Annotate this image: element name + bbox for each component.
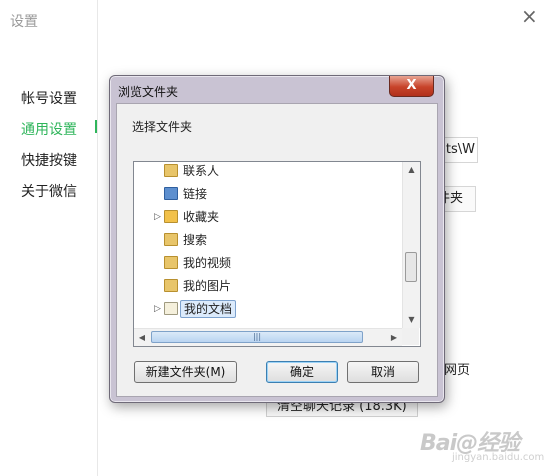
search-folder-icon	[164, 233, 178, 246]
pictures-folder-icon	[164, 279, 178, 292]
watermark-url: jingyan.baidu.com	[452, 452, 545, 463]
tree-item-documents[interactable]: ▷ 我的文档	[134, 299, 404, 319]
expand-arrow-icon[interactable]: ▷	[154, 299, 161, 319]
contacts-folder-icon	[164, 164, 178, 177]
scroll-down-icon[interactable]: ▼	[403, 312, 420, 328]
tree-item-search[interactable]: 搜索	[134, 230, 404, 250]
ok-button[interactable]: 确定	[266, 361, 338, 383]
scroll-corner	[402, 328, 419, 345]
browse-folder-dialog: 浏览文件夹 X 选择文件夹 联系人 链接 ▷ 收藏夹 搜索 我的视频 我的图片 …	[109, 75, 445, 403]
expand-arrow-icon[interactable]: ▷	[154, 207, 161, 227]
tree-item-favorites[interactable]: ▷ 收藏夹	[134, 207, 404, 227]
dialog-close-button[interactable]: X	[389, 76, 434, 97]
cancel-button[interactable]: 取消	[347, 361, 419, 383]
scroll-left-icon[interactable]: ◀	[134, 329, 150, 346]
settings-sidebar: 帐号设置 通用设置 快捷按键 关于微信	[0, 0, 98, 476]
documents-folder-icon	[164, 302, 178, 315]
sidebar-item-account[interactable]: 帐号设置	[21, 88, 77, 108]
new-folder-button[interactable]: 新建文件夹(M)	[134, 361, 237, 383]
sidebar-item-shortcuts[interactable]: 快捷按键	[21, 150, 77, 170]
tree-item-label: 链接	[183, 187, 208, 201]
sidebar-item-about[interactable]: 关于微信	[21, 181, 77, 201]
tree-item-label: 收藏夹	[183, 210, 220, 224]
horizontal-scroll-thumb[interactable]: |||	[151, 331, 363, 343]
tree-item-contacts[interactable]: 联系人	[134, 161, 404, 181]
tree-item-label: 我的文档	[180, 300, 237, 318]
favorites-folder-icon	[164, 210, 178, 223]
tree-item-videos[interactable]: 我的视频	[134, 253, 404, 273]
scroll-right-icon[interactable]: ▶	[386, 329, 402, 346]
tree-item-label: 搜索	[183, 233, 208, 247]
tree-item-label: 我的视频	[183, 256, 232, 270]
webpage-option-label: 网页	[444, 363, 471, 378]
sidebar-item-general[interactable]: 通用设置	[21, 119, 77, 139]
links-folder-icon	[164, 187, 178, 200]
scroll-up-icon[interactable]: ▲	[403, 162, 420, 178]
tree-item-label: 联系人	[183, 164, 220, 178]
dialog-title: 浏览文件夹	[118, 85, 179, 99]
sidebar-active-indicator	[95, 120, 97, 133]
tree-vertical-scrollbar[interactable]: ▲ ▼	[402, 162, 420, 328]
window-close-icon[interactable]: ×	[521, 6, 538, 26]
tree-item-pictures[interactable]: 我的图片	[134, 276, 404, 296]
videos-folder-icon	[164, 256, 178, 269]
dialog-description: 选择文件夹	[132, 120, 193, 134]
tree-item-links[interactable]: 链接	[134, 184, 404, 204]
dialog-body: 选择文件夹 联系人 链接 ▷ 收藏夹 搜索 我的视频 我的图片 ▷ 我的文档 ▲…	[116, 103, 438, 397]
folder-tree[interactable]: 联系人 链接 ▷ 收藏夹 搜索 我的视频 我的图片 ▷ 我的文档 ▲ ▼ ◀ |…	[133, 161, 421, 347]
tree-item-label: 我的图片	[183, 279, 232, 293]
tree-horizontal-scrollbar[interactable]: ◀ ||| ▶	[134, 328, 402, 346]
scroll-thumb[interactable]	[405, 252, 417, 282]
